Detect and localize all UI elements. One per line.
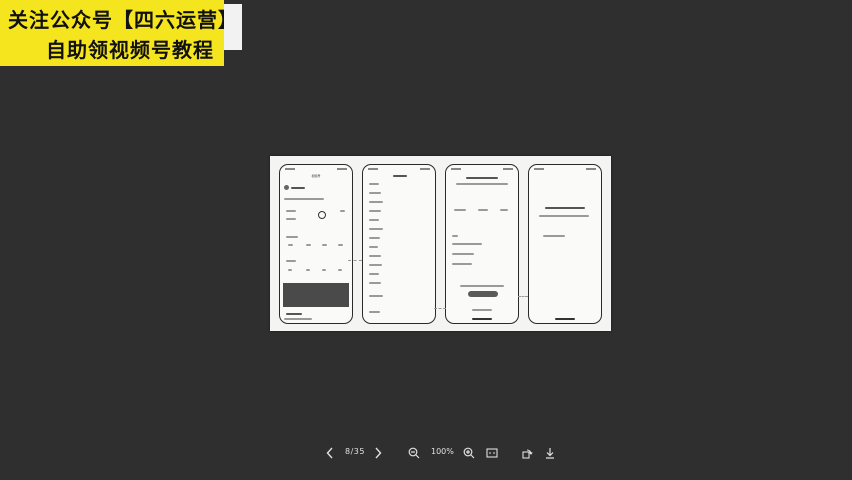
rotate-icon[interactable] — [520, 446, 534, 460]
phone-mockup-2 — [362, 164, 436, 324]
banner-line-2: 自助领视频号教程 — [46, 38, 214, 62]
phone-mockup-3 — [445, 164, 519, 324]
chevron-left-icon[interactable] — [324, 446, 336, 460]
phone-header: 视频号 — [311, 174, 321, 178]
zoom-level: 100% — [431, 447, 454, 456]
fit-screen-icon[interactable] — [485, 446, 499, 460]
screenshot-image-area — [283, 283, 349, 307]
zoom-in-icon[interactable] — [462, 446, 476, 460]
banner-edge — [224, 4, 242, 50]
promo-banner: 关注公众号【四六运营】 自助领视频号教程 — [0, 0, 238, 66]
zoom-out-icon[interactable] — [407, 446, 421, 460]
viewer-toolbar: 8/35 100% — [0, 440, 852, 466]
confirm-button-mock — [468, 291, 498, 297]
download-icon[interactable] — [543, 446, 557, 460]
banner-line-1: 关注公众号【四六运营】 — [8, 8, 239, 32]
document-page: 视频号 — [270, 156, 611, 331]
phone-mockup-4 — [528, 164, 602, 324]
page-indicator: 8/35 — [345, 447, 365, 456]
chevron-right-icon[interactable] — [372, 446, 384, 460]
phone-mockup-1: 视频号 — [279, 164, 353, 324]
